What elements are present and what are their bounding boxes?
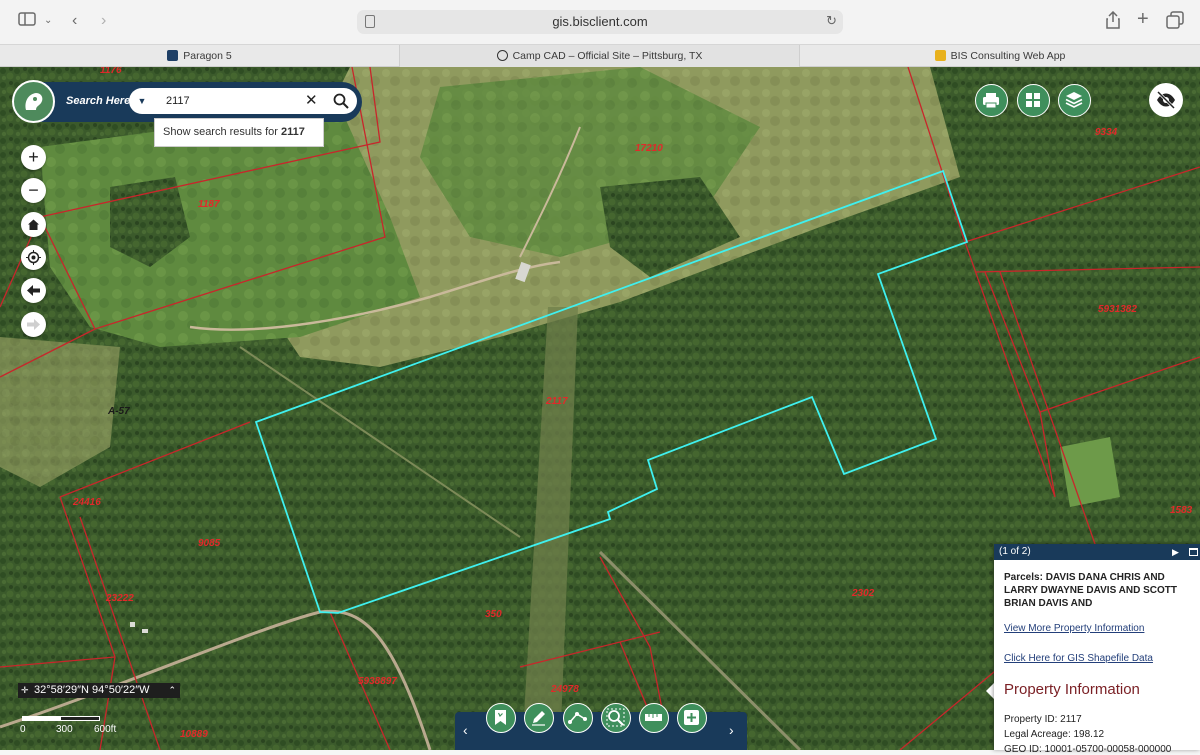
coordinate-text: 32°58′29″N 94°50′22″W: [34, 684, 150, 696]
suggestion-term: 2117: [281, 126, 305, 138]
scale-bar: [22, 716, 100, 721]
app-logo-icon[interactable]: [12, 80, 55, 123]
layers-button[interactable]: [1058, 84, 1091, 117]
search-suggestion[interactable]: Show search results for 2117: [154, 118, 324, 147]
parcel-label: 24978: [550, 684, 579, 695]
tab-paragon[interactable]: Paragon 5: [0, 45, 400, 67]
ruler-button[interactable]: [639, 703, 669, 733]
arrow-right-icon: [27, 319, 40, 330]
parcel-label: 1176: [100, 67, 122, 76]
popup-parcels: Parcels: DAVIS DANA CHRIS AND LARRY DWAY…: [1004, 572, 1177, 609]
popup-header: (1 of 2) ▶: [994, 544, 1200, 560]
scale-label-300: 300: [56, 724, 73, 735]
add-icon: [684, 710, 699, 725]
sidebar-toggle-icon[interactable]: [18, 11, 36, 33]
ruler-icon: [645, 714, 662, 721]
tab-bar: Paragon 5 Camp CAD – Official Site – Pit…: [0, 44, 1200, 67]
popup-title: Property Information: [1004, 681, 1140, 698]
search-input[interactable]: [166, 91, 296, 111]
scale-label-600: 600ft: [94, 724, 117, 735]
parcel-label: 2302: [851, 588, 875, 599]
home-button[interactable]: [21, 212, 46, 237]
parcel-label: 24416: [72, 497, 101, 508]
bookmark-button[interactable]: [486, 703, 516, 733]
url-text: gis.bisclient.com: [552, 14, 648, 29]
basemap-button[interactable]: [1017, 84, 1050, 117]
tab-camp-cad[interactable]: Camp CAD – Official Site – Pittsburg, TX: [400, 45, 800, 67]
tab-overview-icon[interactable]: [1166, 11, 1184, 35]
legal-acreage: Legal Acreage: 198.12: [1004, 729, 1105, 740]
parcel-label: A-57: [107, 406, 130, 417]
arrow-left-icon: [27, 285, 40, 296]
search-icon[interactable]: [332, 91, 350, 111]
next-extent-button[interactable]: [21, 312, 46, 337]
chevron-left-icon[interactable]: ‹: [463, 720, 468, 740]
tab-label: BIS Consulting Web App: [950, 50, 1066, 62]
printer-icon: [983, 93, 999, 109]
parcel-label: 17210: [635, 143, 663, 154]
paragon-favicon-icon: [167, 50, 179, 61]
property-popup: (1 of 2) ▶ Parcels: DAVIS DANA CHRIS AND…: [994, 544, 1200, 755]
toggle-visibility-button[interactable]: [1149, 83, 1183, 117]
zoom-out-button[interactable]: −: [21, 178, 46, 203]
property-id: Property ID: 2117: [1004, 714, 1082, 725]
share-icon[interactable]: [1106, 10, 1120, 35]
parcel-label: 350: [485, 609, 502, 620]
clear-search-icon[interactable]: ✕: [305, 91, 318, 111]
parcel-label: 2117: [545, 396, 568, 407]
shapefile-link[interactable]: Click Here for GIS Shapefile Data: [1004, 653, 1153, 664]
tab-bis-consulting[interactable]: BIS Consulting Web App: [800, 45, 1200, 67]
crosshair-icon: ✛: [21, 685, 29, 695]
tab-label: Paragon 5: [183, 50, 232, 62]
pencil-icon: [532, 711, 545, 726]
scale-label-0: 0: [20, 724, 26, 735]
add-data-button[interactable]: [677, 703, 707, 733]
chevron-up-icon[interactable]: ⌃: [168, 683, 176, 698]
parcel-label: 5938897: [358, 676, 397, 687]
coordinate-readout[interactable]: ✛ 32°58′29″N 94°50′22″W ⌃: [18, 683, 180, 698]
back-icon[interactable]: ‹: [72, 11, 77, 31]
draw-button[interactable]: [524, 703, 554, 733]
parcel-label: 1583: [1170, 505, 1193, 516]
reload-icon[interactable]: ↻: [826, 13, 837, 29]
zoom-in-button[interactable]: +: [21, 145, 46, 170]
print-button[interactable]: [975, 84, 1008, 117]
new-tab-icon[interactable]: +: [1137, 9, 1149, 29]
forward-icon[interactable]: ›: [101, 11, 106, 31]
parcel-label: 10889: [180, 729, 208, 740]
view-more-link[interactable]: View More Property Information: [1004, 623, 1144, 634]
grid-icon: [1026, 93, 1040, 107]
layers-icon: [1065, 92, 1083, 108]
tab-label: Camp CAD – Official Site – Pittsburg, TX: [512, 50, 703, 62]
previous-extent-button[interactable]: [21, 278, 46, 303]
home-icon: [28, 219, 39, 230]
chevron-down-icon[interactable]: ⌄: [44, 11, 52, 31]
chevron-right-icon[interactable]: ›: [729, 720, 734, 740]
identify-button[interactable]: [601, 703, 631, 733]
parcel-label: 9334: [1095, 127, 1118, 138]
address-bar[interactable]: gis.bisclient.com ↻: [357, 10, 843, 34]
zoom-area-icon: [606, 708, 625, 727]
parcel-label: 23222: [105, 593, 134, 604]
parcel-label: 9085: [198, 538, 221, 549]
next-feature-icon[interactable]: ▶: [1172, 544, 1179, 560]
parcel-label: 5931382: [1098, 304, 1137, 315]
measure-button[interactable]: [563, 703, 593, 733]
bis-favicon-icon: [934, 50, 946, 61]
search-type-dropdown-icon[interactable]: ▼: [133, 93, 151, 109]
parcel-label: 1187: [198, 199, 220, 210]
target-icon: [26, 250, 41, 265]
browser-toolbar: ⌄ ‹ › gis.bisclient.com ↻ +: [0, 0, 1200, 44]
bookmark-icon: [495, 710, 506, 725]
measure-icon: [568, 712, 587, 724]
maximize-icon[interactable]: [1189, 548, 1198, 556]
popup-pager: (1 of 2): [999, 546, 1031, 557]
eye-slash-icon: [1156, 90, 1176, 110]
search-label: Search Here:: [66, 95, 134, 107]
suggestion-prefix: Show search results for: [163, 126, 278, 138]
locate-button[interactable]: [21, 245, 46, 270]
camp-cad-favicon-icon: [496, 50, 508, 61]
